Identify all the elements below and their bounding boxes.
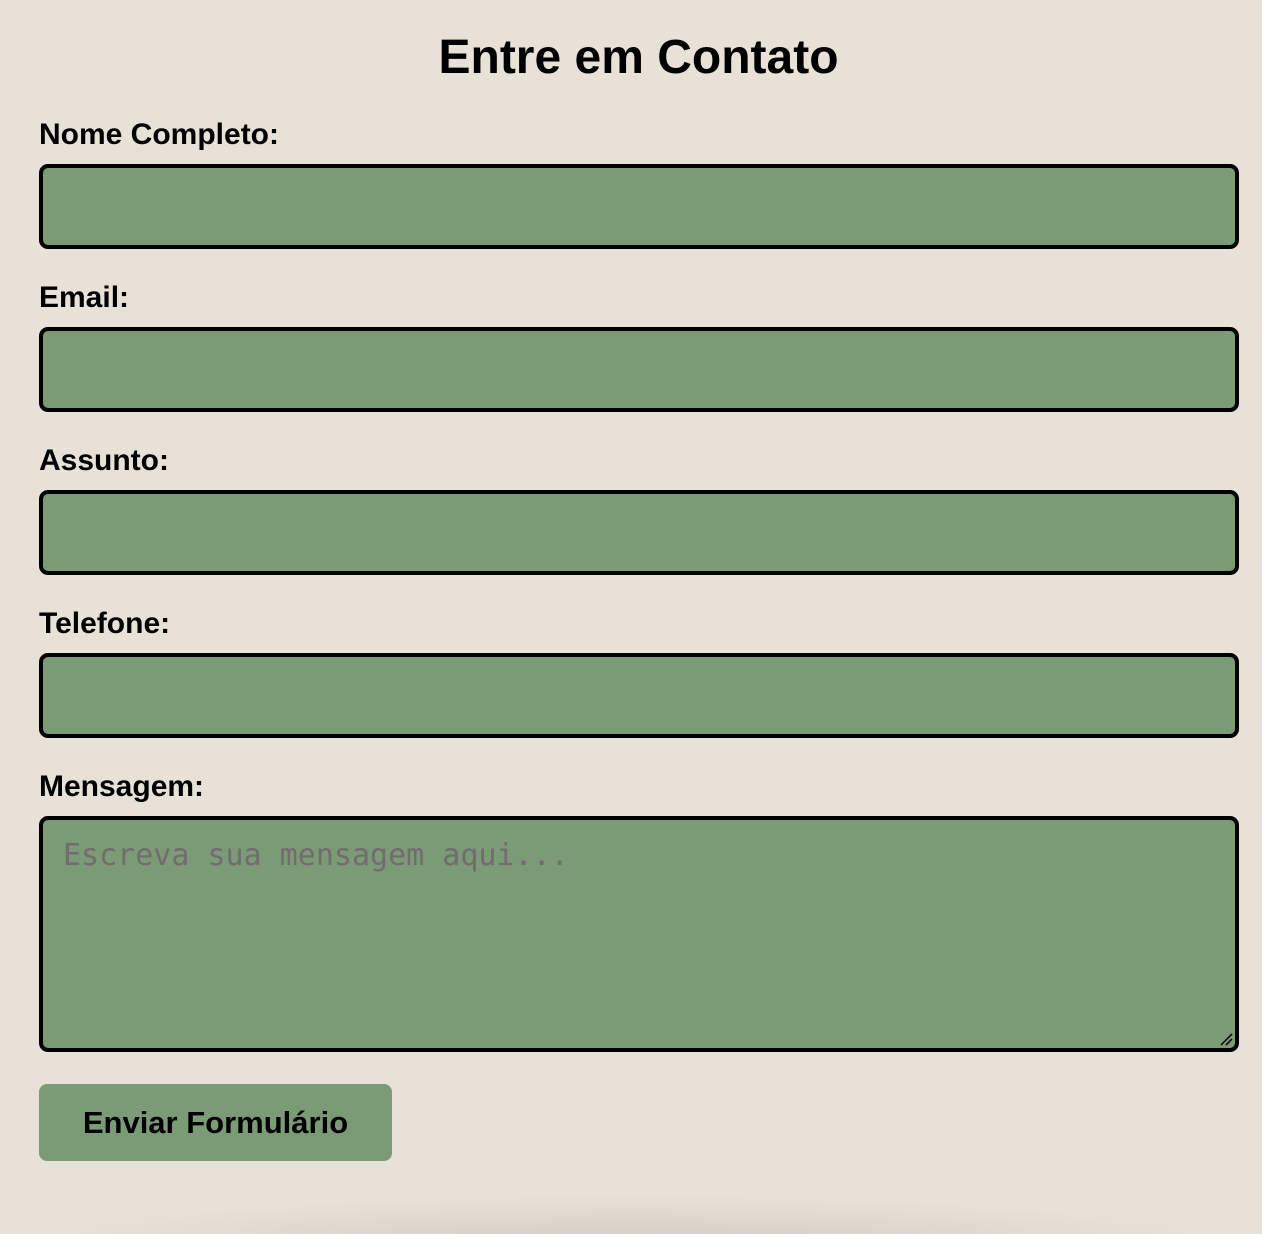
email-field-group: Email:	[39, 281, 1239, 412]
submit-button[interactable]: Enviar Formulário	[39, 1084, 392, 1161]
subject-field-group: Assunto:	[39, 444, 1239, 575]
subject-input[interactable]	[39, 490, 1239, 575]
email-input[interactable]	[39, 327, 1239, 412]
message-textarea-wrap	[39, 816, 1239, 1052]
email-label: Email:	[39, 281, 130, 314]
contact-form: Nome Completo: Email: Assunto: Telefone:…	[39, 118, 1239, 1161]
name-label: Nome Completo:	[39, 118, 279, 151]
message-label: Mensagem:	[39, 770, 205, 803]
phone-field-group: Telefone:	[39, 607, 1239, 738]
phone-input[interactable]	[39, 653, 1239, 738]
name-input[interactable]	[39, 164, 1239, 249]
page-title: Entre em Contato	[438, 31, 839, 84]
resize-handle-icon[interactable]	[1219, 1032, 1233, 1046]
message-field-group: Mensagem:	[39, 770, 1239, 1052]
name-field-group: Nome Completo:	[39, 118, 1239, 249]
phone-label: Telefone:	[39, 607, 171, 640]
message-textarea[interactable]	[39, 816, 1239, 1052]
subject-label: Assunto:	[39, 444, 169, 477]
contact-page: Entre em Contato Nome Completo: Email: A…	[0, 0, 1262, 1234]
